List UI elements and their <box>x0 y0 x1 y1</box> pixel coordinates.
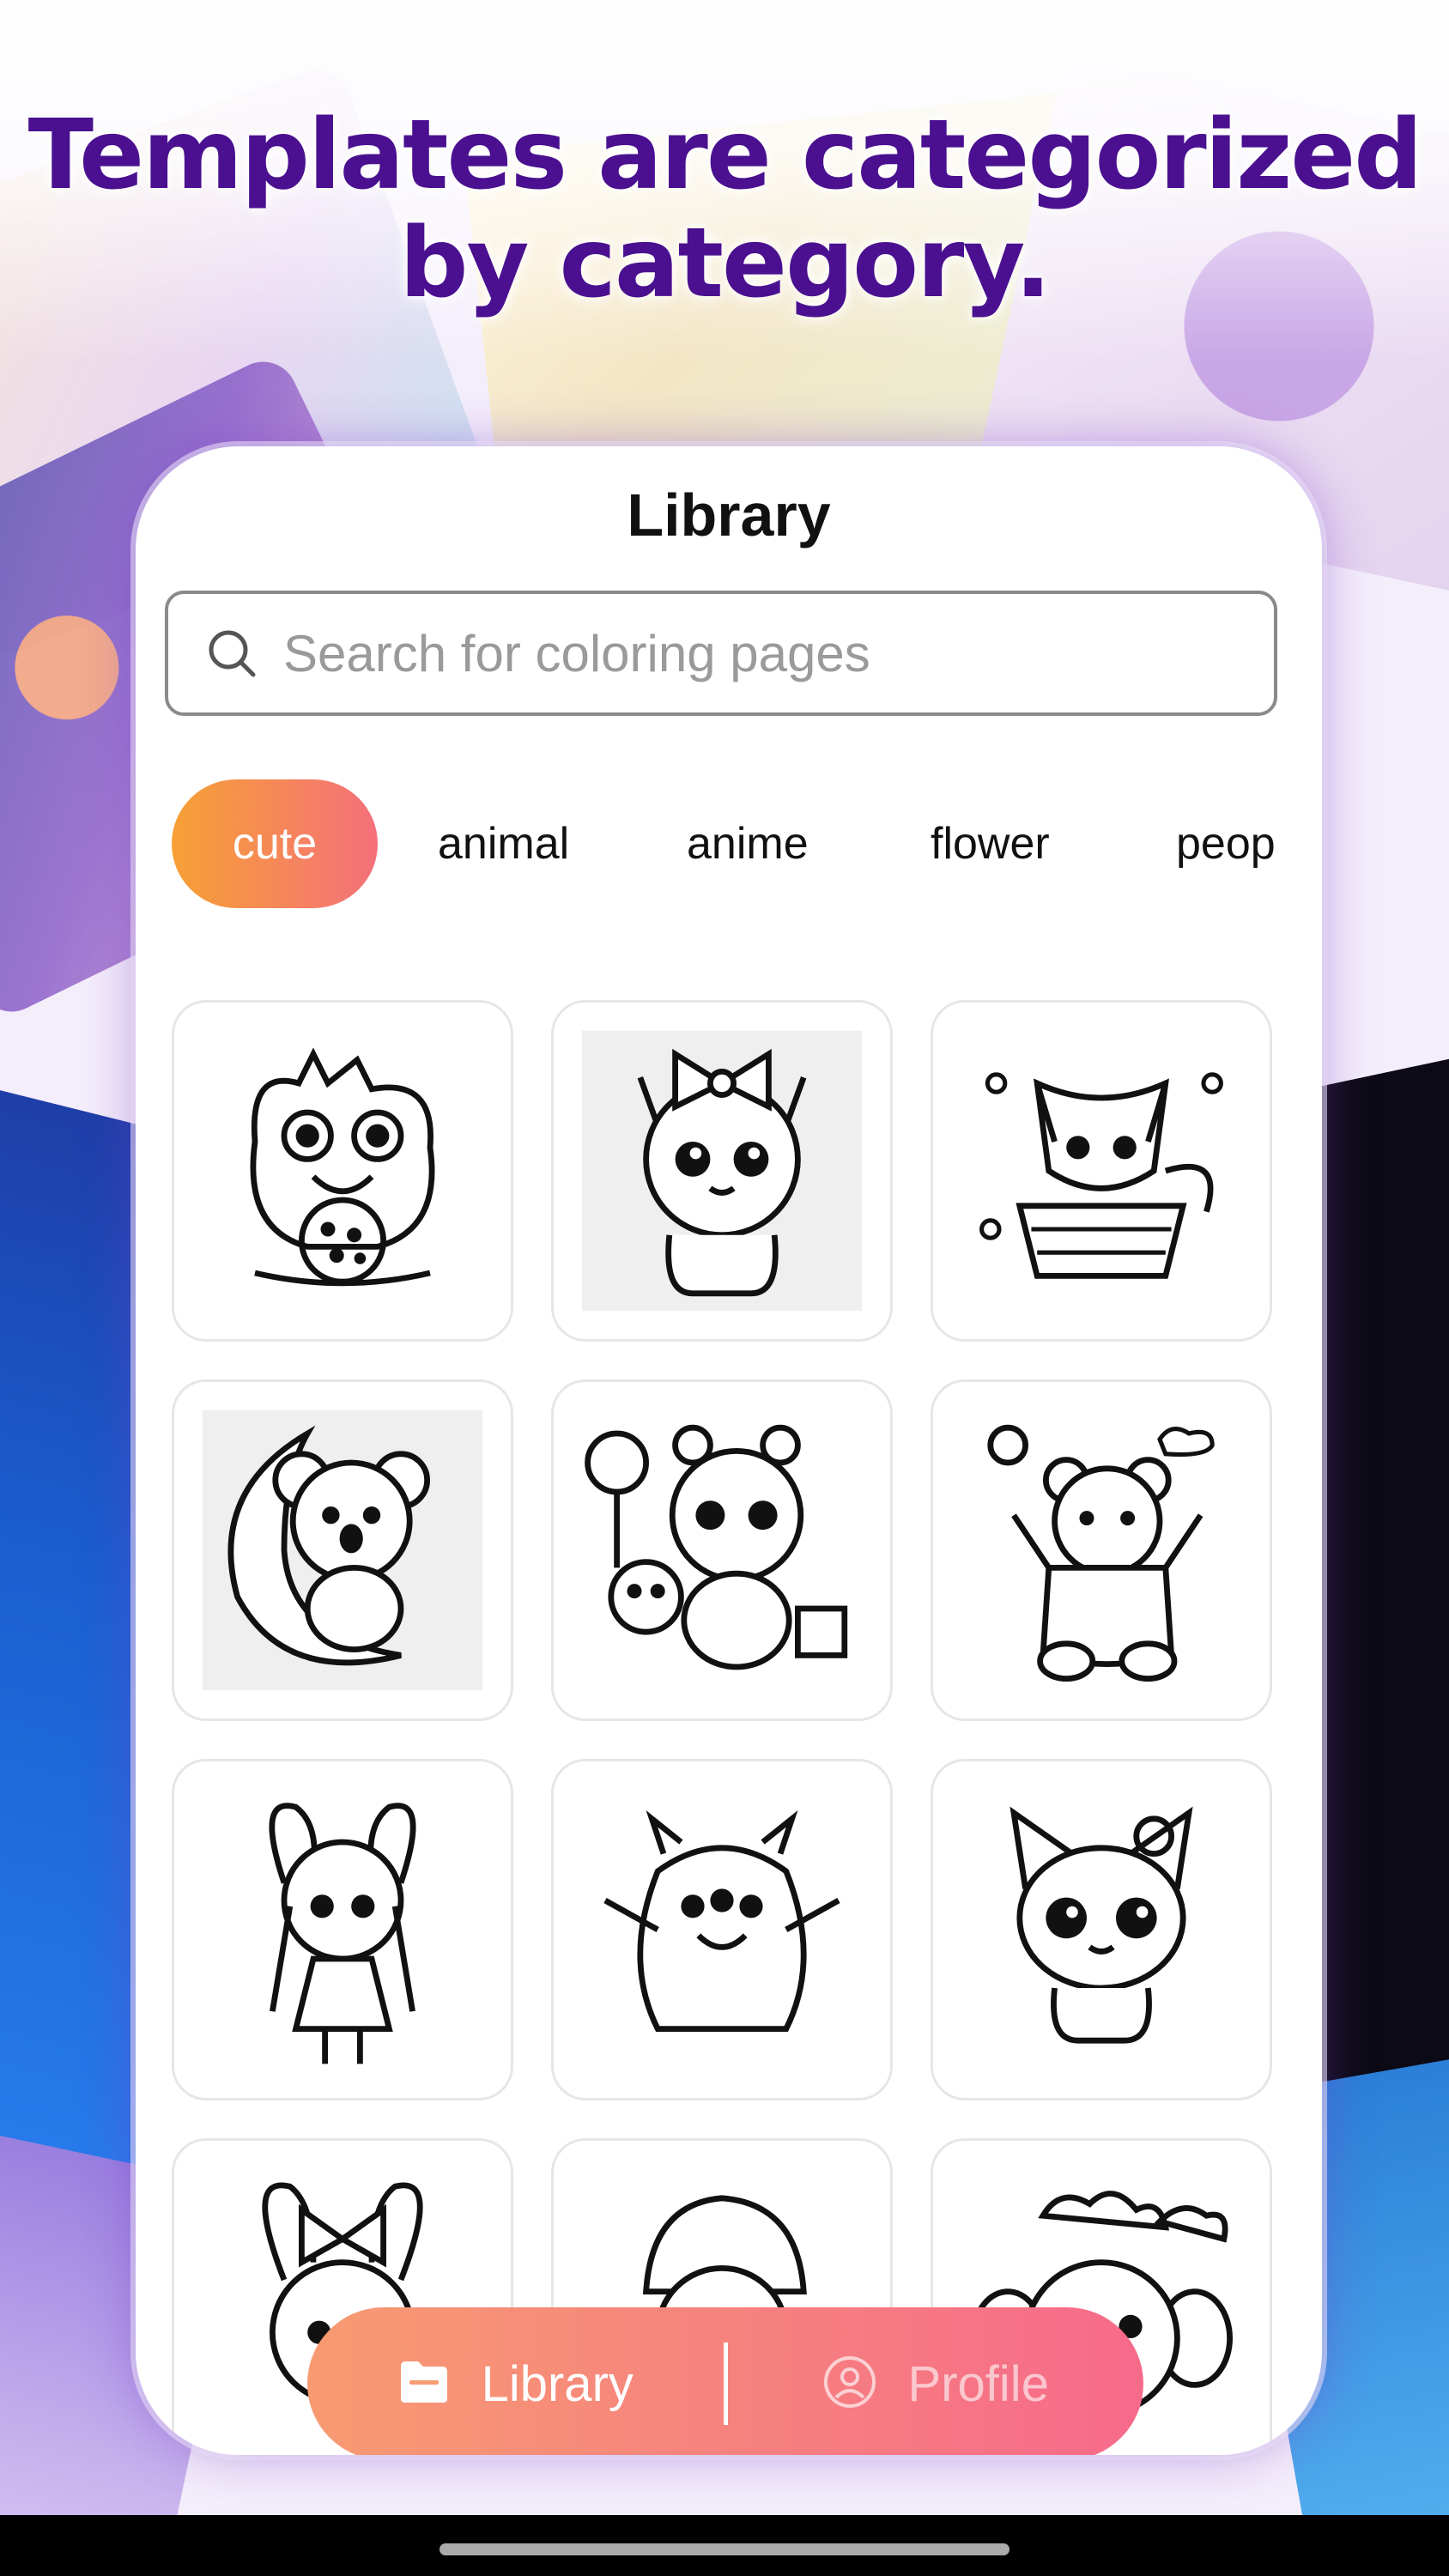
search-icon <box>206 627 258 679</box>
phone-screen: Library cute animal anime flower peop <box>136 446 1322 2455</box>
template-card-teddy-bear[interactable] <box>931 1379 1272 1721</box>
fluffy-monster-illustration <box>603 1809 840 2032</box>
search-input[interactable] <box>282 622 1274 684</box>
panda-illustration <box>585 1424 848 1670</box>
monster-illustration <box>250 1047 435 1287</box>
nav-library[interactable]: Library <box>307 2307 724 2455</box>
tab-flower[interactable]: flower <box>931 779 1050 908</box>
template-card-kitten-bow[interactable] <box>551 1000 893 1342</box>
bottom-navigation: Library Profile <box>307 2307 1143 2455</box>
nav-library-label: Library <box>481 2355 634 2412</box>
tab-animal[interactable]: animal <box>438 779 569 908</box>
bunny-girl-illustration <box>269 1803 416 2064</box>
kitten-flower-illustration <box>1009 1806 1193 2044</box>
tab-anime[interactable]: anime <box>687 779 809 908</box>
tab-cute[interactable]: cute <box>172 779 378 908</box>
template-card-fox-basket[interactable] <box>931 1000 1272 1342</box>
headline-line-1: Templates are categorized <box>27 100 1423 211</box>
search-bar[interactable] <box>165 591 1277 716</box>
template-card-koala-moon[interactable] <box>172 1379 513 1721</box>
page-title: Library <box>627 482 831 549</box>
template-card-kitten-flower[interactable] <box>931 1759 1272 2100</box>
tab-people[interactable]: peop <box>1176 779 1276 908</box>
template-card-panda-candy[interactable] <box>551 1379 893 1721</box>
koala-illustration <box>202 1409 483 1691</box>
fox-illustration <box>979 1072 1223 1279</box>
promo-headline: Templates are categorized by category. <box>0 101 1449 318</box>
template-card-bunny-girl[interactable] <box>172 1759 513 2100</box>
kitten-illustration <box>581 1030 863 1312</box>
template-card-monster-cookie[interactable] <box>172 1000 513 1342</box>
nav-profile[interactable]: Profile <box>728 2307 1144 2455</box>
user-icon <box>822 2355 877 2413</box>
headline-line-2: by category. <box>399 208 1051 319</box>
nav-profile-label: Profile <box>907 2355 1049 2412</box>
home-indicator[interactable] <box>440 2543 1009 2555</box>
teddy-illustration <box>987 1424 1215 1682</box>
template-card-fluffy-monster[interactable] <box>551 1759 893 2100</box>
category-tabs: cute animal anime flower peop <box>172 779 1288 908</box>
folder-icon <box>397 2358 451 2409</box>
